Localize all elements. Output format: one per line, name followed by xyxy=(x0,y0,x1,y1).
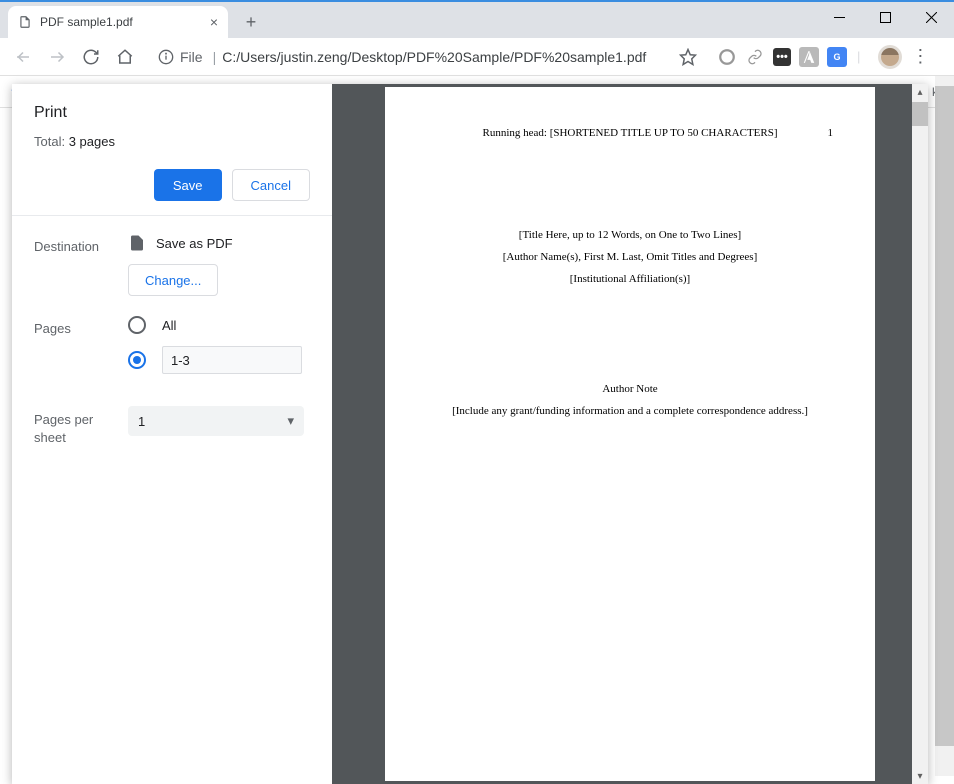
print-dialog: Print Total: 3 pages Save Cancel Destina… xyxy=(12,84,928,784)
adobe-icon xyxy=(802,50,816,64)
extension-icon-3[interactable]: ••• xyxy=(773,48,791,66)
print-preview-pane: Running head: [SHORTENED TITLE UP TO 50 … xyxy=(332,84,928,784)
arrow-left-icon xyxy=(14,48,32,66)
divider xyxy=(12,215,332,216)
change-destination-button[interactable]: Change... xyxy=(128,264,218,296)
preview-affiliation-line: [Institutional Affiliation(s)] xyxy=(421,273,839,285)
window-maximize-button[interactable] xyxy=(862,2,908,32)
print-total-label: Total: xyxy=(34,134,69,149)
arrow-right-icon xyxy=(48,48,66,66)
home-button[interactable] xyxy=(110,42,140,72)
preview-page-1: Running head: [SHORTENED TITLE UP TO 50 … xyxy=(385,87,875,781)
content-area: Print Total: 3 pages Save Cancel Destina… xyxy=(0,76,954,776)
pages-range-input[interactable] xyxy=(162,346,302,374)
tab-close-icon[interactable]: × xyxy=(210,14,218,30)
pages-row: Pages All xyxy=(34,316,310,386)
url-scheme-label: File xyxy=(180,49,203,65)
scrollbar-thumb[interactable] xyxy=(935,86,954,746)
print-dialog-title: Print xyxy=(34,104,310,122)
home-icon xyxy=(116,48,134,66)
toolbar-divider: | xyxy=(857,49,860,64)
back-button[interactable] xyxy=(8,42,38,72)
pages-per-sheet-row: Pages per sheet 1 ▾ xyxy=(34,406,310,447)
dialog-button-row: Save Cancel xyxy=(34,169,310,201)
pages-per-sheet-value: 1 xyxy=(138,414,145,429)
tab-title: PDF sample1.pdf xyxy=(40,15,133,29)
circle-icon xyxy=(718,48,736,66)
destination-value: Save as PDF xyxy=(156,236,233,251)
link-icon xyxy=(747,49,763,65)
info-icon xyxy=(158,49,174,65)
address-bar[interactable]: File | C:/Users/justin.zeng/Desktop/PDF%… xyxy=(150,43,705,71)
reload-icon xyxy=(82,48,100,66)
url-path: C:/Users/justin.zeng/Desktop/PDF%20Sampl… xyxy=(222,49,646,65)
preview-vertical-scrollbar[interactable]: ▴ ▾ xyxy=(912,84,928,784)
preview-page-number: 1 xyxy=(828,127,834,139)
print-total-count: 3 pages xyxy=(69,134,115,149)
url-separator: | xyxy=(213,49,217,65)
translate-icon: G xyxy=(833,52,840,62)
preview-running-head: Running head: [SHORTENED TITLE UP TO 50 … xyxy=(421,127,839,139)
forward-button[interactable] xyxy=(42,42,72,72)
window-close-button[interactable] xyxy=(908,2,954,32)
extension-icon-1[interactable] xyxy=(717,47,737,67)
pages-per-sheet-label: Pages per sheet xyxy=(34,406,128,447)
bookmark-star-icon[interactable] xyxy=(679,48,697,66)
profile-avatar[interactable] xyxy=(878,45,902,69)
browser-toolbar: File | C:/Users/justin.zeng/Desktop/PDF%… xyxy=(0,38,954,76)
print-sidebar: Print Total: 3 pages Save Cancel Destina… xyxy=(12,84,332,784)
page-vertical-scrollbar[interactable] xyxy=(935,76,954,776)
extension-icon-2[interactable] xyxy=(745,47,765,67)
extension-icon-5[interactable]: G xyxy=(827,47,847,67)
cancel-button-label: Cancel xyxy=(251,178,291,193)
avatar-icon xyxy=(881,48,899,66)
scroll-up-icon: ▴ xyxy=(912,84,928,100)
browser-menu-button[interactable]: ⋮ xyxy=(906,46,934,67)
browser-tab[interactable]: PDF sample1.pdf × xyxy=(8,6,228,38)
reload-button[interactable] xyxy=(76,42,106,72)
pdf-file-icon xyxy=(128,234,146,252)
pages-all-label: All xyxy=(162,318,176,333)
extension-icons: ••• G xyxy=(717,47,847,67)
pages-per-sheet-select[interactable]: 1 ▾ xyxy=(128,406,304,436)
change-button-label: Change... xyxy=(145,273,201,288)
preview-scrollbar-thumb[interactable] xyxy=(912,102,928,126)
new-tab-button[interactable]: + xyxy=(238,9,264,35)
preview-author-note-body: [Include any grant/funding information a… xyxy=(421,405,839,417)
preview-author-note-heading: Author Note xyxy=(421,383,839,395)
tab-strip: PDF sample1.pdf × + xyxy=(0,2,954,38)
window-minimize-button[interactable] xyxy=(816,2,862,32)
destination-row: Destination Save as PDF Change... xyxy=(34,234,310,296)
save-button-label: Save xyxy=(173,178,203,193)
preview-title-line: [Title Here, up to 12 Words, on One to T… xyxy=(421,229,839,241)
page-icon xyxy=(18,15,32,29)
save-button[interactable]: Save xyxy=(154,169,222,201)
extension-icon-4[interactable] xyxy=(799,47,819,67)
pages-label: Pages xyxy=(34,316,128,336)
caret-down-icon: ▾ xyxy=(287,413,294,429)
print-total-line: Total: 3 pages xyxy=(34,134,310,149)
preview-author-line: [Author Name(s), First M. Last, Omit Tit… xyxy=(421,251,839,263)
pages-range-radio[interactable] xyxy=(128,351,146,369)
destination-label: Destination xyxy=(34,234,128,254)
pages-all-radio[interactable] xyxy=(128,316,146,334)
maximize-icon xyxy=(880,12,891,23)
minimize-icon xyxy=(834,17,845,18)
scroll-down-icon: ▾ xyxy=(912,768,928,784)
close-icon xyxy=(926,12,937,23)
destination-value-line: Save as PDF xyxy=(128,234,310,252)
cancel-button[interactable]: Cancel xyxy=(232,169,310,201)
